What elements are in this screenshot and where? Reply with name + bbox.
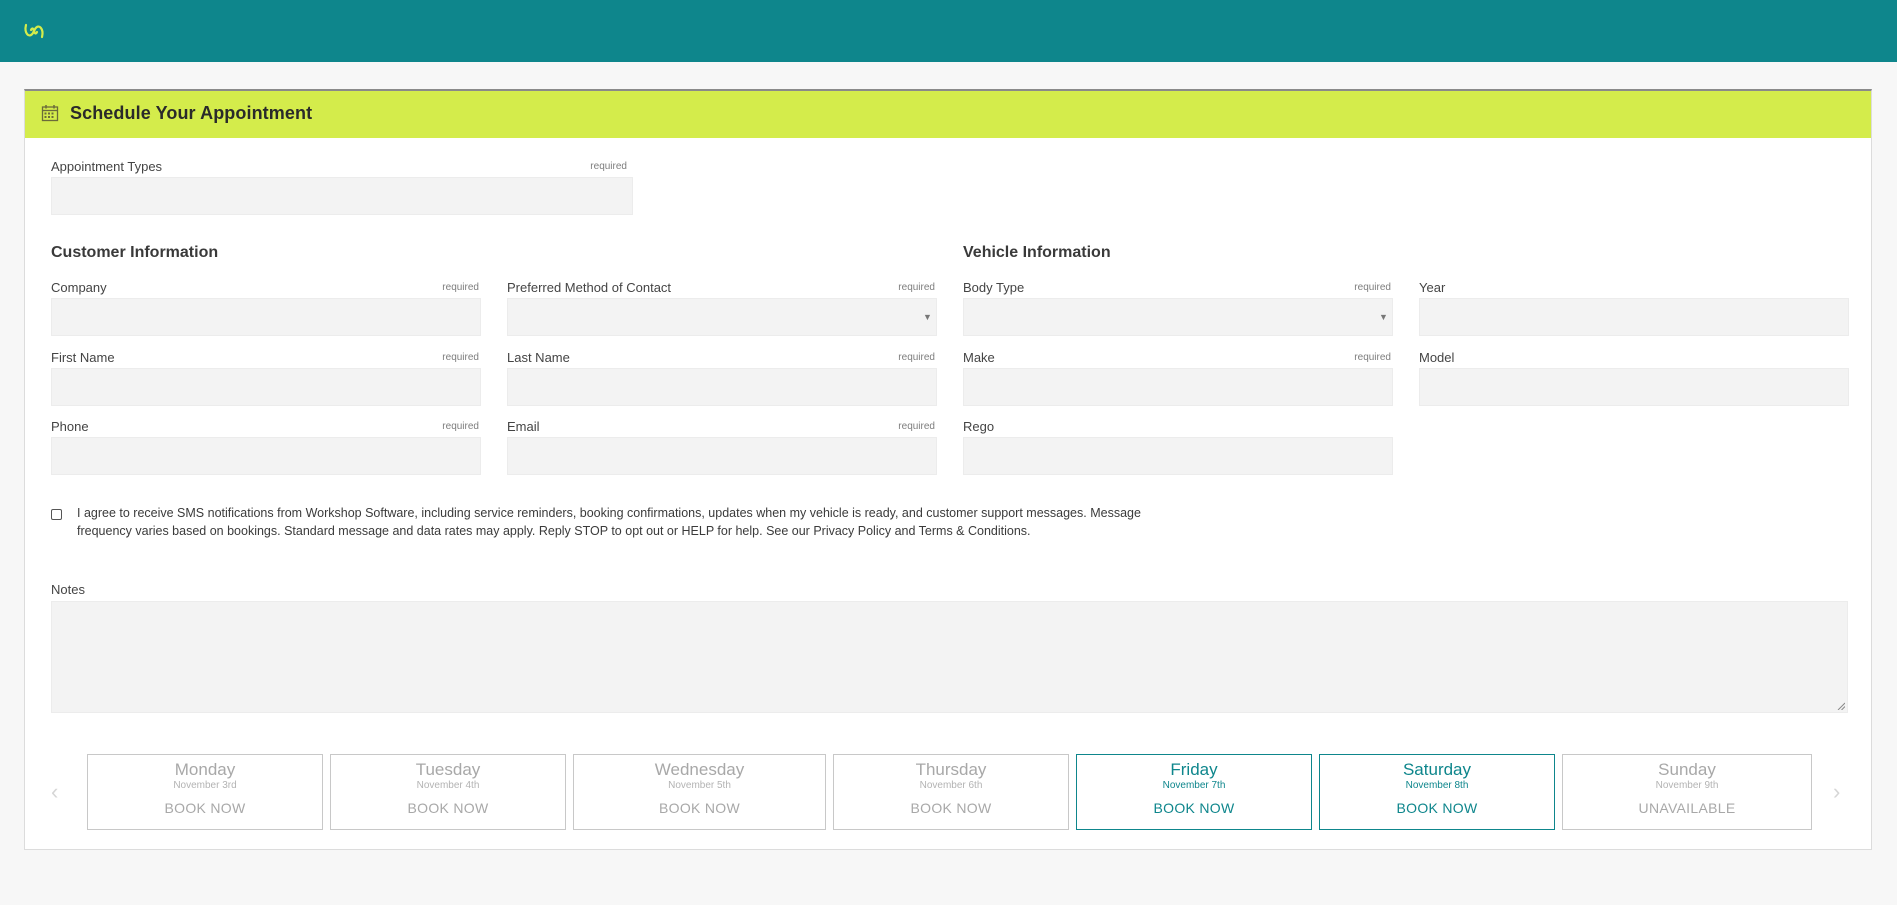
prev-week-chevron-icon[interactable]: ‹ <box>51 779 58 805</box>
dropdown-caret-icon[interactable]: ▼ <box>923 312 932 322</box>
day-date: November 4th <box>416 780 480 791</box>
rego-label: Rego <box>963 419 995 434</box>
model-label: Model <box>1419 350 1455 365</box>
day-card-tuesday[interactable]: Tuesday November 4th BOOK NOW <box>330 754 566 830</box>
company-input[interactable] <box>51 298 481 336</box>
consent-line-2: frequency varies based on bookings. Stan… <box>77 524 1031 538</box>
day-card-sunday[interactable]: Sunday November 9th UNAVAILABLE <box>1562 754 1812 830</box>
make-label: Make <box>963 350 995 365</box>
day-date: November 3rd <box>173 780 237 791</box>
notes-textarea[interactable] <box>51 601 1848 713</box>
company-label: Company <box>51 280 107 295</box>
day-name: Sunday <box>1658 760 1716 779</box>
book-now-button[interactable]: BOOK NOW <box>1320 800 1554 816</box>
sms-consent-checkbox[interactable] <box>51 509 62 520</box>
required-note: required <box>1354 282 1391 293</box>
required-note: required <box>898 421 935 432</box>
appointment-types-label: Appointment Types <box>51 159 163 174</box>
day-card-saturday[interactable]: Saturday November 8th BOOK NOW <box>1319 754 1555 830</box>
last-name-input[interactable] <box>507 368 937 406</box>
required-note: required <box>590 161 627 172</box>
year-input[interactable] <box>1419 298 1849 336</box>
required-note: required <box>442 282 479 293</box>
body-type-select[interactable] <box>963 298 1393 336</box>
day-date: November 7th <box>1162 780 1226 791</box>
unavailable-label: UNAVAILABLE <box>1638 800 1736 816</box>
day-name: Friday <box>1170 760 1218 779</box>
email-input[interactable] <box>507 437 937 475</box>
phone-input[interactable] <box>51 437 481 475</box>
rego-input[interactable] <box>963 437 1393 475</box>
dropdown-caret-icon[interactable]: ▼ <box>1379 312 1388 322</box>
calendar-icon <box>41 105 59 122</box>
book-now-button[interactable]: BOOK NOW <box>834 800 1068 816</box>
required-note: required <box>1354 352 1391 363</box>
day-card-monday[interactable]: Monday November 3rd BOOK NOW <box>87 754 323 830</box>
contact-method-select[interactable] <box>507 298 937 336</box>
book-now-button[interactable]: BOOK NOW <box>1077 800 1311 816</box>
last-name-label: Last Name <box>507 350 570 365</box>
next-week-chevron-icon[interactable]: › <box>1833 779 1840 805</box>
make-input[interactable] <box>963 368 1393 406</box>
book-now-button[interactable]: BOOK NOW <box>331 800 565 816</box>
consent-line-1: I agree to receive SMS notifications fro… <box>77 506 1141 520</box>
appointment-types-select[interactable] <box>51 177 633 215</box>
contact-method-label: Preferred Method of Contact <box>507 280 672 295</box>
brand-logo-icon[interactable] <box>22 19 46 43</box>
body-type-label: Body Type <box>963 280 1025 295</box>
book-now-button[interactable]: BOOK NOW <box>574 800 825 816</box>
customer-section-title: Customer Information <box>51 244 219 261</box>
day-name: Thursday <box>915 760 987 779</box>
book-now-button[interactable]: BOOK NOW <box>88 800 322 816</box>
vehicle-section-title: Vehicle Information <box>963 244 1111 261</box>
appointment-card: Schedule Your Appointment Appointment Ty… <box>24 89 1872 850</box>
required-note: required <box>442 421 479 432</box>
day-date: November 5th <box>668 780 731 791</box>
day-date: November 9th <box>1655 780 1719 791</box>
day-name: Monday <box>174 760 236 779</box>
first-name-label: First Name <box>51 350 115 365</box>
required-note: required <box>898 282 935 293</box>
email-label: Email <box>507 419 540 434</box>
resize-handle-icon[interactable] <box>1837 702 1845 710</box>
day-card-friday[interactable]: Friday November 7th BOOK NOW <box>1076 754 1312 830</box>
day-name: Tuesday <box>415 760 481 779</box>
day-name: Wednesday <box>654 760 745 779</box>
model-input[interactable] <box>1419 368 1849 406</box>
sms-consent-text: I agree to receive SMS notifications fro… <box>77 504 1207 540</box>
day-card-thursday[interactable]: Thursday November 6th BOOK NOW <box>833 754 1069 830</box>
day-name: Saturday <box>1402 760 1472 779</box>
day-date: November 6th <box>919 780 983 791</box>
day-date: November 8th <box>1405 780 1469 791</box>
required-note: required <box>898 352 935 363</box>
card-header: Schedule Your Appointment <box>25 91 1871 138</box>
phone-label: Phone <box>51 419 89 434</box>
page-title: Schedule Your Appointment <box>70 103 313 123</box>
top-bar <box>0 0 1897 62</box>
first-name-input[interactable] <box>51 368 481 406</box>
required-note: required <box>442 352 479 363</box>
notes-label: Notes <box>51 582 85 597</box>
year-label: Year <box>1419 280 1446 295</box>
day-card-wednesday[interactable]: Wednesday November 5th BOOK NOW <box>573 754 826 830</box>
